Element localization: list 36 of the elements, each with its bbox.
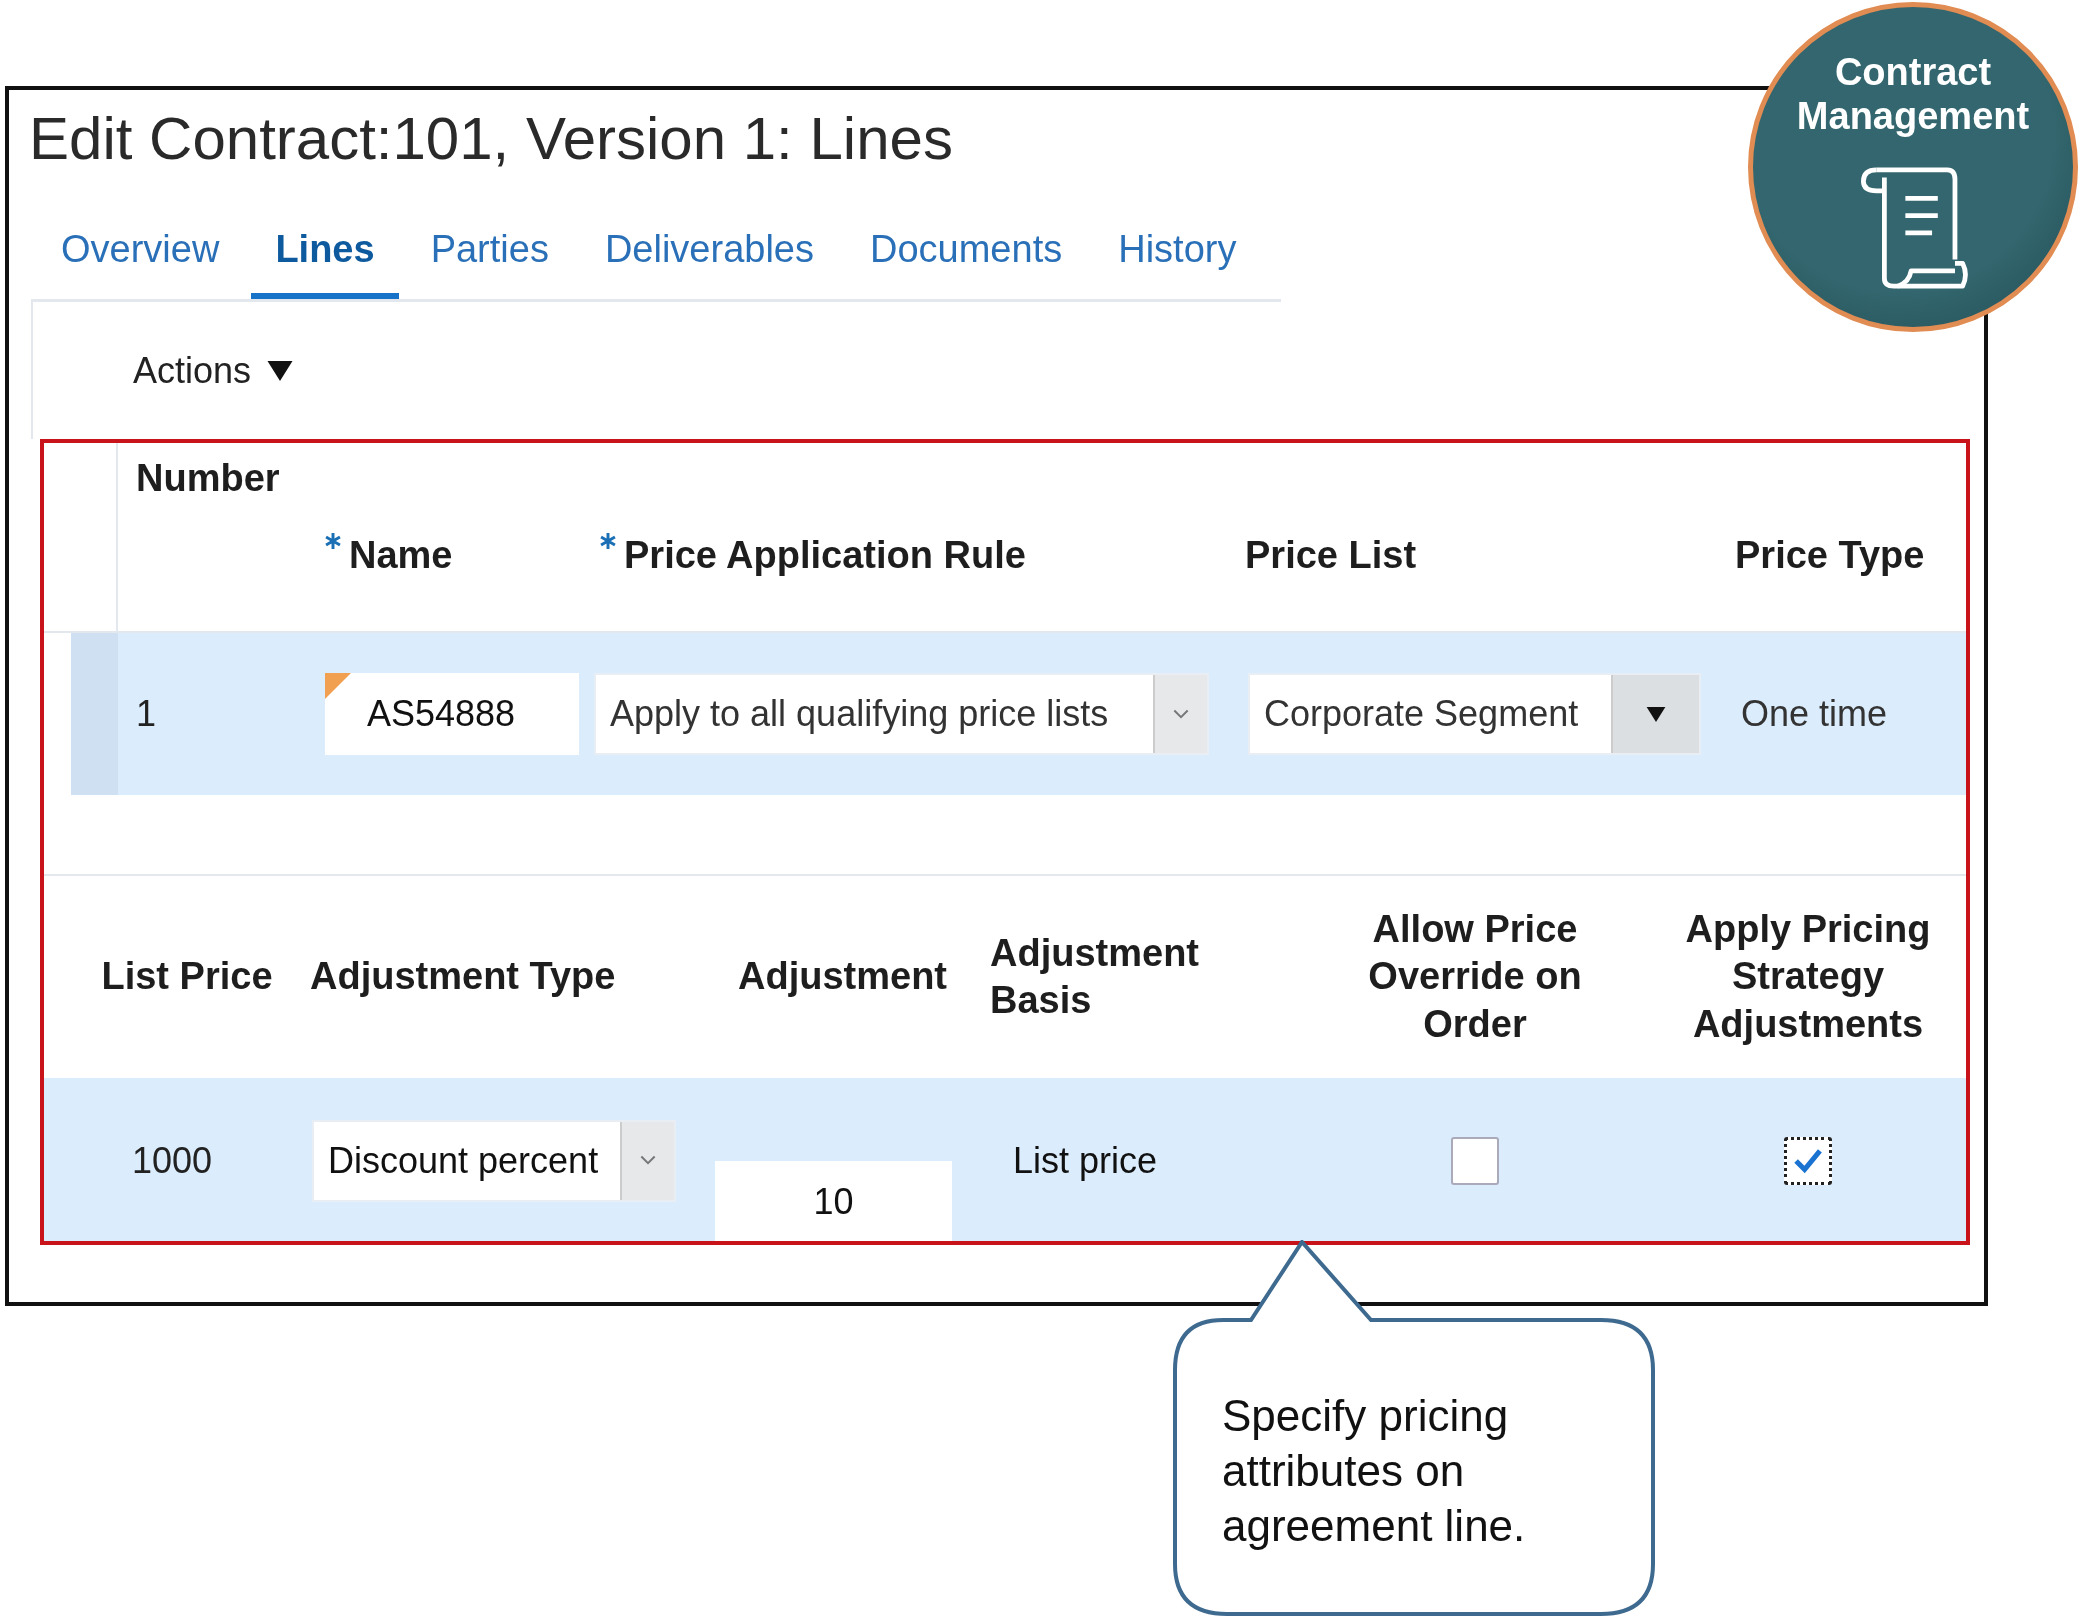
column-header: Adjustment Type <box>310 954 616 1000</box>
checkbox[interactable] <box>1451 1136 1499 1185</box>
tab[interactable]: Overview <box>31 228 244 299</box>
caret-icon <box>1646 706 1666 722</box>
tab[interactable]: Parties <box>406 228 573 299</box>
column-header: Number <box>136 456 280 501</box>
name-field[interactable]: AS54888 <box>325 673 579 755</box>
table-cell-text: List price <box>1012 1139 1158 1182</box>
column-header: Price List <box>1245 532 1417 578</box>
caret-icon <box>267 360 294 381</box>
column-header: Allow Price Override on Order <box>1367 906 1583 1047</box>
column-header: Price Type <box>1735 532 1925 578</box>
tab[interactable]: Deliverables <box>580 228 838 299</box>
actions-menu[interactable]: Actions <box>133 345 294 396</box>
checkbox[interactable] <box>1784 1136 1832 1185</box>
table-cell: 1000 <box>131 1139 213 1182</box>
chevron-icon <box>640 1155 656 1166</box>
adjustment-field[interactable]: 10 <box>715 1161 952 1241</box>
column-header: Price Application Rule <box>624 532 1026 578</box>
column-header: Adjustment <box>738 954 947 1000</box>
tab[interactable]: Lines <box>251 228 399 299</box>
page-title: Edit Contract:101, Version 1: Lines <box>28 104 953 174</box>
column-header: Name <box>349 532 453 578</box>
column-header: List Price <box>101 954 273 1000</box>
column-header: Apply Pricing Strategy Adjustments <box>1684 906 1932 1047</box>
price-list-dropdown[interactable]: Corporate Segment <box>1248 673 1701 755</box>
callout-text: Specify pricing attributes on agreement line. <box>1222 1390 1527 1552</box>
column-header: Adjustment Basis <box>990 930 1200 1023</box>
badge-title: Contract Management <box>1795 51 2031 139</box>
table-cell-text: One time <box>1740 693 1889 735</box>
tab[interactable]: Documents <box>846 228 1087 299</box>
table-cell-text: 1 <box>135 693 158 735</box>
adjustment-type-dropdown[interactable]: Discount percent <box>312 1119 676 1202</box>
chevron-icon <box>1173 708 1189 720</box>
price-rule-dropdown[interactable]: Apply to all qualifying price lists <box>594 673 1209 755</box>
tab[interactable]: History <box>1094 228 1261 299</box>
